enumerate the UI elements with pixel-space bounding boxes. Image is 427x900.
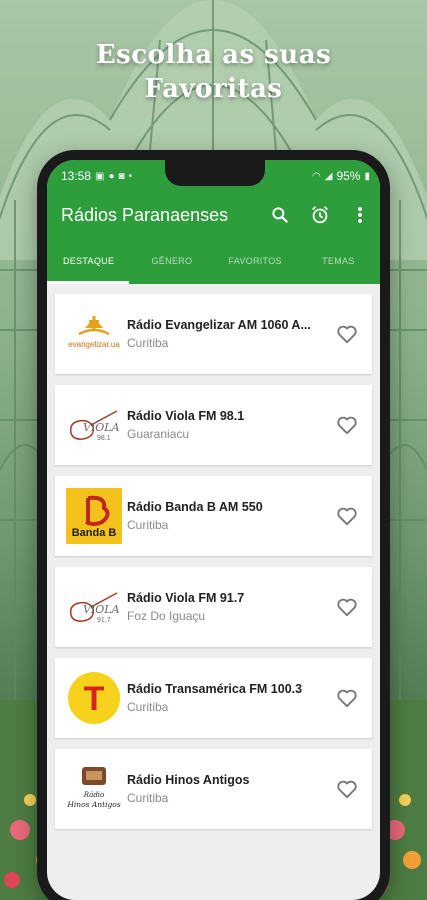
- station-name: Rádio Banda B AM 550: [127, 500, 263, 514]
- phone-screen: 13:58 ▣ ● ◙ • ◠ ◢ 95% ▮ Rádios Paranaens…: [47, 160, 380, 900]
- search-button[interactable]: [260, 195, 300, 235]
- tab-destaque[interactable]: DESTAQUE: [47, 238, 130, 284]
- viola-logo: VIOLA 91.7: [65, 578, 123, 636]
- tab-bar: DESTAQUE GÊNERO FAVORITOS TEMAS: [47, 238, 380, 284]
- svg-text:Hinos Antigos: Hinos Antigos: [66, 800, 120, 809]
- station-name: Rádio Viola FM 91.7: [127, 591, 245, 605]
- wifi-icon: ◠: [312, 170, 321, 182]
- svg-text:VIOLA: VIOLA: [83, 603, 120, 616]
- favorite-button[interactable]: [332, 683, 362, 713]
- favorite-button[interactable]: [332, 410, 362, 440]
- tab-temas[interactable]: TEMAS: [297, 238, 380, 284]
- station-city: Guaraniacu: [127, 427, 190, 441]
- heart-outline-icon: [337, 598, 357, 617]
- app-bar: Rádios Paranaenses: [47, 192, 380, 238]
- station-list: evangelizar.ua Rádio Evangelizar AM 1060…: [47, 284, 380, 829]
- alarm-button[interactable]: [300, 195, 340, 235]
- station-name: Rádio Hinos Antigos: [127, 773, 250, 787]
- svg-text:91.7: 91.7: [97, 617, 111, 624]
- signal-icon: ◢: [324, 170, 333, 182]
- battery-level: 95%: [336, 169, 361, 183]
- favorite-button[interactable]: [332, 501, 362, 531]
- svg-text:VIOLA: VIOLA: [83, 421, 120, 434]
- more-notifications-icon: •: [128, 170, 133, 182]
- banda-b-logo: Banda B: [65, 487, 123, 545]
- station-city: Foz Do Iguaçu: [127, 609, 206, 623]
- station-name: Rádio Transamérica FM 100.3: [127, 682, 303, 696]
- heart-outline-icon: [337, 416, 357, 435]
- search-icon: [272, 207, 288, 223]
- station-name: Rádio Evangelizar AM 1060 A...: [127, 318, 311, 332]
- more-vertical-icon: [358, 207, 362, 223]
- station-city: Curitiba: [127, 700, 169, 714]
- favorite-button[interactable]: [332, 592, 362, 622]
- alarm-clock-icon: [312, 206, 328, 224]
- transamerica-logo: T: [65, 669, 123, 727]
- list-item[interactable]: evangelizar.ua Rádio Evangelizar AM 1060…: [55, 294, 372, 374]
- station-name: Rádio Viola FM 98.1: [127, 409, 245, 423]
- list-item[interactable]: Rádio Hinos Antigos Rádio Hinos Antigos …: [55, 749, 372, 829]
- promo-headline-line2: Favoritas: [144, 74, 283, 104]
- list-item[interactable]: T Rádio Transamérica FM 100.3 Curitiba: [55, 658, 372, 738]
- promo-headline: Escolha as suas Favoritas: [0, 38, 427, 106]
- svg-text:Banda B: Banda B: [72, 527, 117, 539]
- tab-genero[interactable]: GÊNERO: [130, 238, 213, 284]
- station-city: Curitiba: [127, 336, 169, 350]
- app-title: Rádios Paranaenses: [61, 204, 229, 225]
- phone-frame: 13:58 ▣ ● ◙ • ◠ ◢ 95% ▮ Rádios Paranaens…: [37, 150, 390, 900]
- status-time: 13:58: [61, 169, 92, 183]
- svg-text:98.1: 98.1: [97, 435, 111, 442]
- heart-outline-icon: [337, 780, 357, 799]
- battery-icon: ▮: [364, 170, 370, 182]
- promo-headline-line1: Escolha as suas: [95, 40, 332, 70]
- tab-indicator: [47, 281, 129, 284]
- svg-text:T: T: [84, 680, 105, 718]
- viola-logo: VIOLA 98.1: [65, 396, 123, 454]
- svg-text:Rádio: Rádio: [83, 791, 105, 799]
- tab-favoritos[interactable]: FAVORITOS: [214, 238, 297, 284]
- hinos-antigos-logo: Rádio Hinos Antigos: [65, 760, 123, 818]
- station-city: Curitiba: [127, 791, 169, 805]
- svg-text:evangelizar.ua: evangelizar.ua: [68, 340, 120, 349]
- facebook-icon: ●: [108, 170, 115, 182]
- heart-outline-icon: [337, 325, 357, 344]
- heart-outline-icon: [337, 507, 357, 526]
- evangelizar-logo: evangelizar.ua: [65, 305, 123, 363]
- list-item[interactable]: Banda B Rádio Banda B AM 550 Curitiba: [55, 476, 372, 556]
- favorite-button[interactable]: [332, 319, 362, 349]
- station-city: Curitiba: [127, 518, 169, 532]
- overflow-menu-button[interactable]: [340, 195, 380, 235]
- image-notification-icon: ▣: [95, 170, 105, 182]
- phone-notch: [165, 160, 265, 186]
- app-notification-icon: ◙: [118, 170, 125, 182]
- favorite-button[interactable]: [332, 774, 362, 804]
- heart-outline-icon: [337, 689, 357, 708]
- list-item[interactable]: VIOLA 98.1 Rádio Viola FM 98.1 Guaraniac…: [55, 385, 372, 465]
- list-item[interactable]: VIOLA 91.7 Rádio Viola FM 91.7 Foz Do Ig…: [55, 567, 372, 647]
